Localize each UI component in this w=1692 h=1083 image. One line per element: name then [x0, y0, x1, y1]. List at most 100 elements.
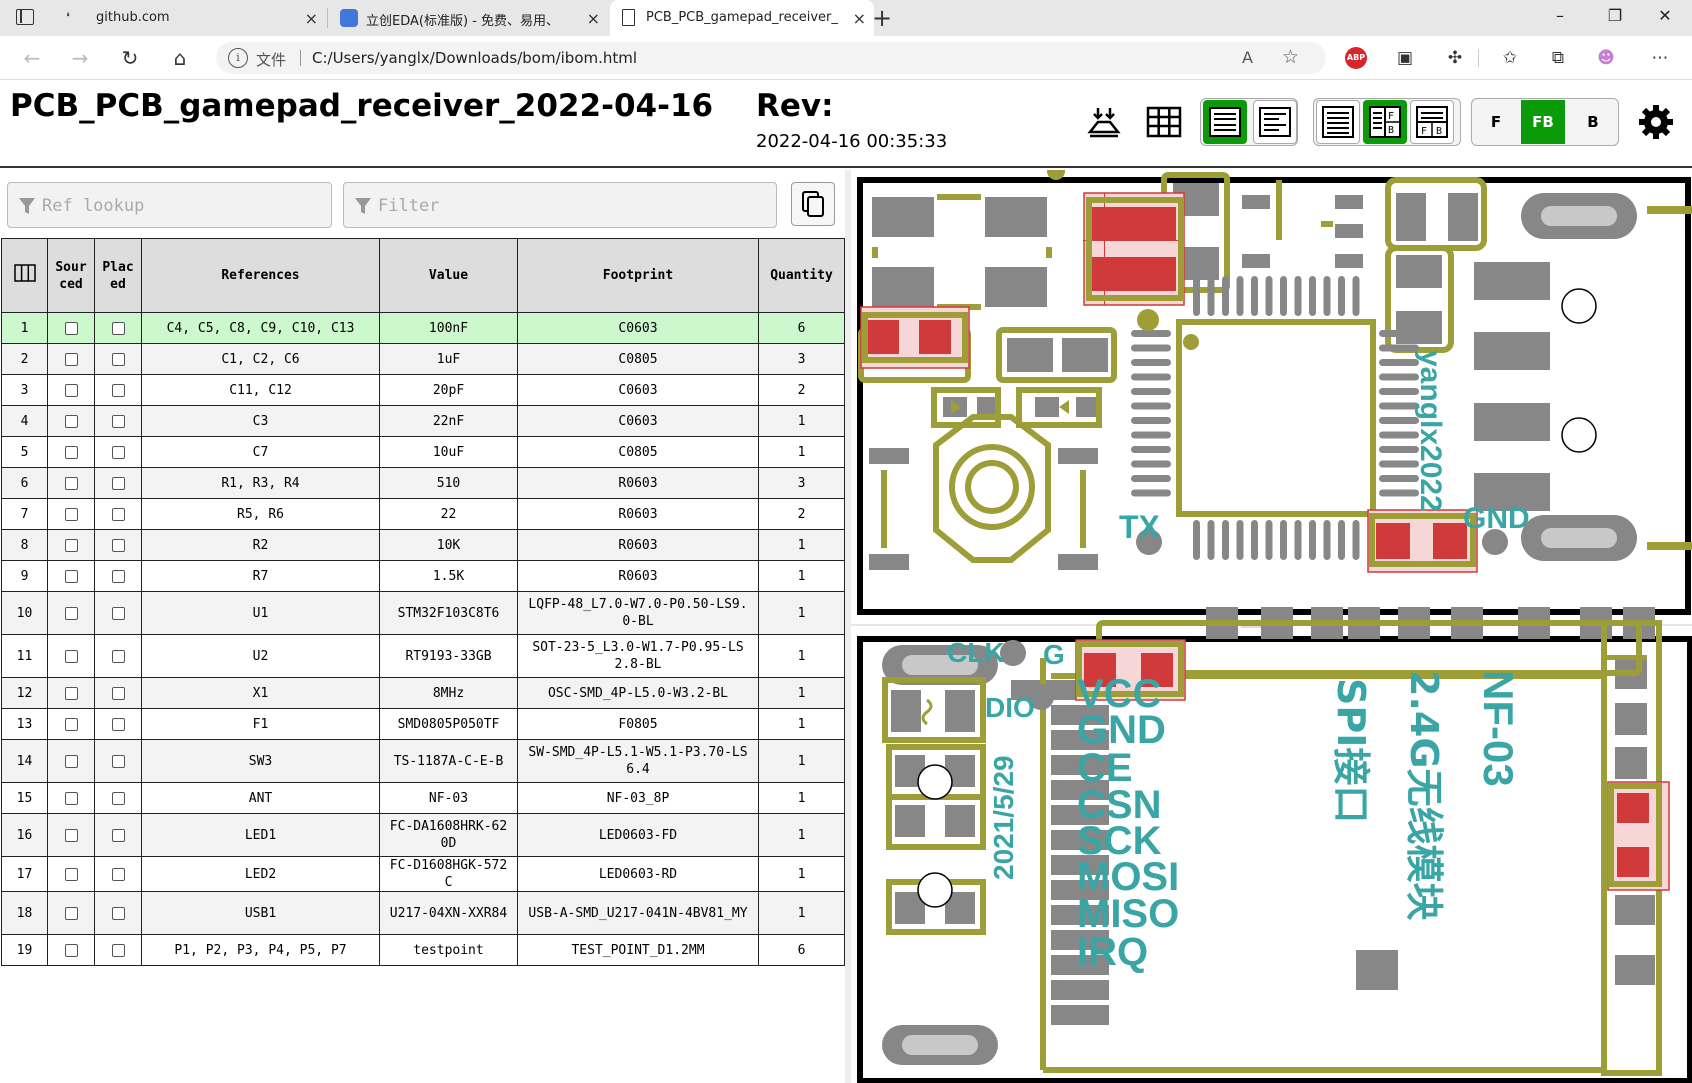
placed-checkbox[interactable]: [111, 507, 125, 521]
placed-checkbox[interactable]: [111, 828, 125, 842]
sourced-checkbox[interactable]: [64, 791, 78, 805]
ref-lookup-input[interactable]: Ref lookup: [7, 182, 332, 228]
bom-row[interactable]: 12 X1 8MHz OSC-SMD_4P-L5.0-W3.2-BL 1: [1, 677, 845, 709]
sourced-checkbox[interactable]: [64, 828, 78, 842]
sourced-checkbox[interactable]: [64, 445, 78, 459]
placed-checkbox[interactable]: [111, 754, 125, 768]
sourced-checkbox[interactable]: [64, 717, 78, 731]
sourced-checkbox[interactable]: [64, 649, 78, 663]
placed-checkbox[interactable]: [111, 445, 125, 459]
front-board[interactable]: TX GND yanglx2022: [857, 170, 1692, 620]
front-layer-button[interactable]: F: [1474, 100, 1518, 144]
url-text[interactable]: C:/Users/yanglx/Downloads/bom/ibom.html: [312, 49, 637, 67]
refresh-icon[interactable]: ↻: [116, 44, 144, 72]
info-icon[interactable]: i: [228, 48, 248, 68]
sourced-checkbox[interactable]: [64, 754, 78, 768]
footprint-header[interactable]: Footprint: [517, 238, 759, 313]
placed-checkbox[interactable]: [111, 538, 125, 552]
bom-row[interactable]: 11 U2 RT9193-33GB SOT-23-5_L3.0-W1.7-P0.95-…: [1, 634, 845, 678]
references-header[interactable]: References: [141, 238, 380, 313]
bom-row[interactable]: 6 R1, R3, R4 510 R0603 3: [1, 467, 845, 499]
tab-ibom[interactable]: PCB_PCB_gamepad_receiver_202 ×: [610, 0, 874, 36]
pcb-canvas[interactable]: TX GND yanglx2022 CLK G DIO 2021/5/29 VC…: [851, 170, 1692, 1083]
placed-checkbox[interactable]: [111, 321, 125, 335]
abp-icon[interactable]: ABP: [1345, 47, 1367, 69]
placed-header[interactable]: Plac ed: [94, 238, 142, 313]
bom-row[interactable]: 7 R5, R6 22 R0603 2: [1, 498, 845, 530]
bom-row[interactable]: 9 R7 1.5K R0603 1: [1, 560, 845, 592]
placed-checkbox[interactable]: [111, 383, 125, 397]
placed-checkbox[interactable]: [111, 476, 125, 490]
new-tab-button[interactable]: +: [868, 4, 896, 32]
extension-icon[interactable]: ▣: [1393, 46, 1417, 70]
bom-top-drawings-bottom-button[interactable]: F B: [1410, 100, 1454, 144]
tab-github[interactable]: ❛ github.com ×: [56, 0, 326, 36]
placed-checkbox[interactable]: [111, 414, 125, 428]
bom-only-button[interactable]: [1316, 100, 1360, 144]
sourced-checkbox[interactable]: [64, 906, 78, 920]
front-back-layer-button[interactable]: FB: [1521, 100, 1565, 144]
placed-checkbox[interactable]: [111, 717, 125, 731]
close-icon[interactable]: ×: [853, 9, 866, 28]
settings-button[interactable]: [1634, 100, 1678, 144]
more-icon[interactable]: ⋯: [1648, 46, 1672, 70]
tab-actions-icon[interactable]: [16, 9, 34, 25]
quantity-header[interactable]: Quantity: [758, 238, 845, 313]
favorite-add-icon[interactable]: ☆: [1282, 46, 1299, 68]
close-icon[interactable]: ×: [305, 9, 318, 28]
copy-button[interactable]: [791, 182, 835, 226]
placed-checkbox[interactable]: [111, 686, 125, 700]
maximize-icon[interactable]: ❐: [1600, 6, 1630, 30]
close-icon[interactable]: ×: [587, 9, 600, 28]
sourced-checkbox[interactable]: [64, 321, 78, 335]
grid-toggle-button[interactable]: [1142, 100, 1186, 144]
forward-icon[interactable]: →: [66, 44, 94, 72]
sourced-checkbox[interactable]: [64, 476, 78, 490]
filter-input[interactable]: Filter: [343, 182, 777, 228]
back-board[interactable]: CLK G DIO 2021/5/29 VCC GND CE CSN SCK M…: [857, 607, 1692, 1083]
tab-lceda[interactable]: 立创EDA(标准版) - 免费、易用、 ×: [330, 0, 608, 36]
row-number-header[interactable]: [1, 238, 48, 313]
sourced-checkbox[interactable]: [64, 867, 78, 881]
placed-checkbox[interactable]: [111, 649, 125, 663]
bom-row[interactable]: 10 U1 STM32F103C8T6 LQFP-48_L7.0-W7.0-P0.50…: [1, 591, 845, 635]
pcb-drawing[interactable]: TX GND yanglx2022 CLK G DIO 2021/5/29 VC…: [851, 170, 1692, 1083]
placed-checkbox[interactable]: [111, 791, 125, 805]
fabrication-toggle-button[interactable]: [1082, 100, 1126, 144]
placed-checkbox[interactable]: [111, 569, 125, 583]
placed-checkbox[interactable]: [111, 606, 125, 620]
sourced-header[interactable]: Sour ced: [47, 238, 95, 313]
bom-row[interactable]: 19 P1, P2, P3, P4, P5, P7 testpoint TEST_PO…: [1, 934, 845, 966]
bom-row[interactable]: 13 F1 SMD0805P050TF F0805 1: [1, 708, 845, 740]
bom-row[interactable]: 1 C4, C5, C8, C9, C10, C13 100nF C0603 6: [1, 312, 845, 344]
sourced-checkbox[interactable]: [64, 943, 78, 957]
sourced-checkbox[interactable]: [64, 507, 78, 521]
collections-icon[interactable]: ⧉: [1546, 46, 1570, 70]
grouped-bom-button[interactable]: [1203, 100, 1247, 144]
window-close-icon[interactable]: ✕: [1650, 6, 1680, 30]
profile-icon[interactable]: ☻: [1594, 46, 1618, 70]
bom-left-drawings-right-button[interactable]: F B: [1363, 100, 1407, 144]
favorites-icon[interactable]: ✩: [1498, 46, 1522, 70]
bom-row[interactable]: 3 C11, C12 20pF C0603 2: [1, 374, 845, 406]
bom-row[interactable]: 15 ANT NF-03 NF-03_8P 1: [1, 782, 845, 814]
bom-row[interactable]: 2 C1, C2, C6 1uF C0805 3: [1, 343, 845, 375]
bom-row[interactable]: 14 SW3 TS-1187A-C-E-B SW-SMD_4P-L5.1-W5.1-P…: [1, 739, 845, 783]
sourced-checkbox[interactable]: [64, 606, 78, 620]
sourced-checkbox[interactable]: [64, 414, 78, 428]
read-aloud-icon[interactable]: A: [1242, 48, 1253, 67]
minimize-icon[interactable]: –: [1545, 6, 1575, 30]
bom-row[interactable]: 8 R2 10K R0603 1: [1, 529, 845, 561]
home-icon[interactable]: ⌂: [166, 44, 194, 72]
placed-checkbox[interactable]: [111, 906, 125, 920]
bom-row[interactable]: 18 USB1 U217-04XN-XXR84 USB-A-SMD_U217-041N…: [1, 891, 845, 935]
bom-row[interactable]: 16 LED1 FC-DA1608HRK-620D LED0603-FD 1: [1, 813, 845, 857]
back-icon[interactable]: ←: [18, 44, 46, 72]
sourced-checkbox[interactable]: [64, 569, 78, 583]
sourced-checkbox[interactable]: [64, 352, 78, 366]
sourced-checkbox[interactable]: [64, 686, 78, 700]
bom-row[interactable]: 17 LED2 FC-D1608HGK-572C LED0603-RD 1: [1, 856, 845, 892]
puzzle-icon[interactable]: ✣: [1443, 46, 1467, 70]
ungrouped-bom-button[interactable]: [1253, 100, 1297, 144]
address-bar[interactable]: i 文件 C:/Users/yanglx/Downloads/bom/ibom.…: [216, 42, 1326, 74]
